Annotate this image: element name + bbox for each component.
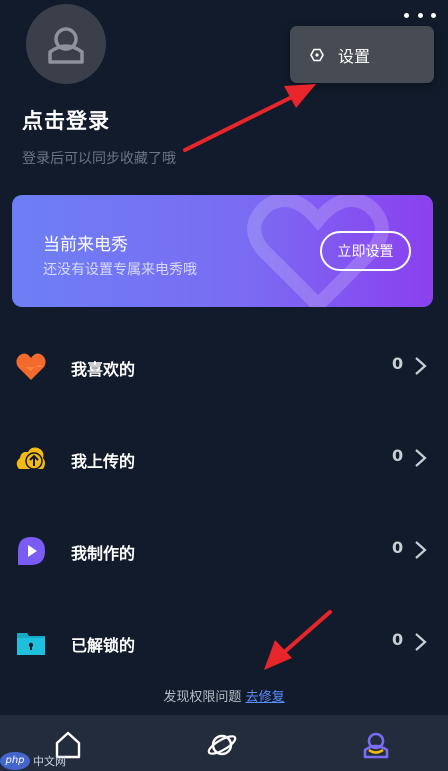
annotation-arrow-icon — [183, 84, 316, 152]
list-item-label: 我制作的 — [71, 544, 136, 563]
list-item-label: 我上传的 — [71, 452, 136, 471]
watermark-badge: php — [0, 751, 30, 770]
more-menu-button[interactable] — [404, 4, 436, 26]
permission-notice: 发现权限问题 去修复 — [0, 686, 448, 705]
settings-label: 设置 — [338, 46, 371, 66]
list-item-count: 0 — [392, 354, 404, 373]
list-item-created[interactable]: 我制作的 0 — [0, 516, 448, 586]
gear-icon — [310, 48, 324, 61]
chevron-right-icon — [415, 633, 427, 651]
chevron-right-icon — [415, 357, 427, 375]
dot-icon — [417, 12, 423, 18]
unlock-folder-icon — [17, 633, 45, 655]
planet-icon — [207, 734, 237, 756]
ringtone-banner: 当前来电秀 还没有设置专属来电秀哦 立即设置 — [12, 195, 433, 307]
tab-profile[interactable] — [356, 725, 396, 765]
fix-permission-link[interactable]: 去修复 — [246, 690, 285, 705]
chevron-right-icon — [415, 449, 427, 467]
list-item-uploaded[interactable]: 我上传的 0 — [0, 424, 448, 494]
user-icon — [48, 27, 84, 64]
list-item-count: 0 — [392, 446, 404, 465]
watermark: php 中文网 — [0, 750, 70, 771]
permission-notice-text: 发现权限问题 — [163, 690, 242, 705]
list-item-liked[interactable]: 我喜欢的 0 — [0, 332, 448, 402]
list-item-label: 已解锁的 — [71, 636, 136, 655]
banner-subtitle: 还没有设置专属来电秀哦 — [43, 262, 197, 278]
set-now-button[interactable]: 立即设置 — [320, 231, 411, 271]
play-icon — [18, 537, 45, 565]
list-item-label: 我喜欢的 — [71, 360, 136, 379]
dot-icon — [431, 12, 436, 18]
list-item-count: 0 — [392, 630, 404, 649]
tab-discover[interactable] — [202, 725, 242, 765]
user-icon — [363, 732, 389, 759]
upload-cloud-icon — [16, 447, 45, 470]
dot-icon — [404, 12, 409, 18]
heart-icon — [16, 353, 46, 380]
chevron-right-icon — [415, 541, 427, 559]
watermark-text: 中文网 — [33, 754, 66, 768]
login-title[interactable]: 点击登录 — [22, 105, 110, 135]
banner-title: 当前来电秀 — [43, 235, 128, 255]
list-item-unlocked[interactable]: 已解锁的 0 — [0, 608, 448, 678]
avatar[interactable] — [26, 4, 106, 84]
settings-menu-item[interactable]: 设置 — [290, 26, 434, 83]
list-item-count: 0 — [392, 538, 404, 557]
login-subtitle: 登录后可以同步收藏了哦 — [22, 151, 176, 167]
